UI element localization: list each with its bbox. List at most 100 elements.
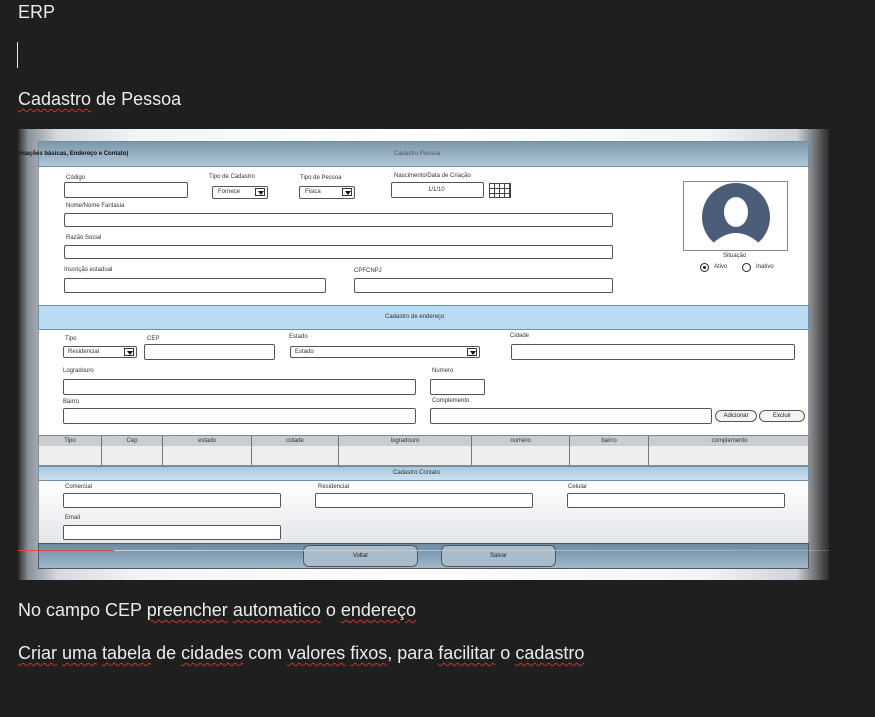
spell-flag-word: Criar xyxy=(18,643,57,663)
comercial-field[interactable] xyxy=(63,493,281,508)
spell-flag-word: cidades xyxy=(181,643,244,663)
spell-flag-word: tabela xyxy=(102,643,152,663)
note2-text: , para xyxy=(387,643,439,663)
note-cities-table: Criar uma tabela de cidades com valores … xyxy=(18,643,584,664)
address-tipo-select[interactable]: Residencial xyxy=(63,346,137,358)
tipo-cadastro-select[interactable]: Fornece xyxy=(212,186,268,199)
spell-flag-word: Cadastro xyxy=(18,89,92,109)
chevron-down-icon xyxy=(255,188,265,196)
mockup-footer xyxy=(38,543,809,569)
spell-flag-word: fixos xyxy=(350,643,388,663)
inativo-radio[interactable] xyxy=(742,263,751,272)
embedded-mockup-image: rmações básicas, Endereço e Contato) Cad… xyxy=(18,129,829,580)
cidade-label: Cidade xyxy=(510,333,530,339)
tipo-pessoa-select[interactable]: Fisica xyxy=(299,186,355,199)
inativo-label: Inativo xyxy=(756,264,774,270)
nome-label: Nome/Nome Fantasia xyxy=(66,203,125,209)
cpf-label: CPFCNPJ xyxy=(354,268,382,274)
razao-label: Razão Social xyxy=(66,235,102,241)
spell-flag-word: cadastro xyxy=(515,643,585,663)
numero-field[interactable] xyxy=(430,379,485,395)
column-header-complemento[interactable]: complemento xyxy=(649,436,810,465)
celular-field[interactable] xyxy=(567,493,785,508)
logradouro-field[interactable] xyxy=(63,379,416,395)
excluir-button[interactable]: Excluir xyxy=(759,410,805,422)
ativo-radio[interactable] xyxy=(700,263,709,272)
chevron-down-icon xyxy=(467,348,477,356)
residencial-label: Residencial xyxy=(318,484,350,490)
person-silhouette-icon xyxy=(702,183,770,250)
ativo-label: Ativo xyxy=(714,264,728,270)
note1-text: No campo CEP xyxy=(18,600,147,620)
inscricao-field[interactable] xyxy=(64,278,326,293)
celular-label: Celular xyxy=(568,484,588,490)
column-header-numero[interactable]: numero xyxy=(472,436,570,465)
codigo-label: Código xyxy=(66,175,86,181)
nascimento-value: 1/1/10 xyxy=(428,187,445,193)
comercial-label: Comercial xyxy=(65,484,93,490)
note2-text: o xyxy=(495,643,516,663)
complemento-label: Complemento xyxy=(432,398,470,404)
tipo-pessoa-value: Fisica xyxy=(305,189,321,195)
nome-field[interactable] xyxy=(64,213,613,227)
bairro-label: Bairro xyxy=(63,399,80,405)
email-label: Email xyxy=(65,515,81,521)
column-header-cidade[interactable]: cidade xyxy=(252,436,339,465)
voltar-button[interactable]: Voltar xyxy=(303,545,418,567)
text-cursor xyxy=(17,42,18,68)
avatar[interactable] xyxy=(683,181,788,251)
codigo-field[interactable] xyxy=(64,182,188,198)
complemento-field[interactable] xyxy=(430,408,712,424)
heading-rest: de Pessoa xyxy=(91,89,182,109)
adicionar-button[interactable]: Adicionar xyxy=(715,410,757,422)
column-header-estado[interactable]: estado xyxy=(163,436,252,465)
estado-label: Estado xyxy=(289,334,308,340)
cep-label: CEP xyxy=(147,336,160,342)
numero-label: Numero xyxy=(432,368,454,374)
tipo-pessoa-label: Tipo de Pessoa xyxy=(300,175,342,181)
chevron-down-icon xyxy=(124,348,134,356)
situacao-label: Situação xyxy=(723,253,747,259)
column-header-logradouro[interactable]: logradouro xyxy=(339,436,472,465)
nascimento-field[interactable]: 1/1/10 xyxy=(391,182,484,198)
address-tipo-label: Tipo xyxy=(65,336,77,342)
spell-flag-word: valores xyxy=(287,643,346,663)
image-crop-mark xyxy=(18,550,114,551)
address-table: Tipo Cep estado cidade logradouro numero… xyxy=(38,435,809,466)
spell-flag-word: endereço xyxy=(340,600,416,620)
cpf-field[interactable] xyxy=(354,278,613,293)
spell-flag-word: facilitar xyxy=(438,643,496,663)
bairro-field[interactable] xyxy=(63,408,416,424)
doc-title: ERP xyxy=(18,2,56,22)
contact-band-title: Cadastro Contato xyxy=(393,470,441,476)
nascimento-label: Nascimento/Data de Criação xyxy=(394,173,471,179)
spell-flag-word: automatico xyxy=(232,600,321,620)
spell-flag-word: uma xyxy=(62,643,98,663)
address-tipo-value: Residencial xyxy=(68,349,100,355)
spell-flag-word: preencher xyxy=(146,600,228,620)
razao-field[interactable] xyxy=(64,245,613,259)
doc-heading: Cadastro de Pessoa xyxy=(18,89,181,110)
note1-text: o xyxy=(320,600,341,620)
inscricao-label: Inscrição estadual xyxy=(64,267,113,273)
estado-value: Estado xyxy=(295,349,314,355)
note-cep-autofill: No campo CEP preencher automatico o ende… xyxy=(18,600,416,621)
tipo-cadastro-value: Fornece xyxy=(218,189,241,195)
mockup-title-center: Cadastro Pessoa xyxy=(394,151,441,157)
residencial-field[interactable] xyxy=(315,493,533,508)
column-header-tipo[interactable]: Tipo xyxy=(39,436,102,465)
column-header-cep[interactable]: Cep xyxy=(102,436,163,465)
cep-field[interactable] xyxy=(144,344,275,360)
column-header-bairro[interactable]: bairro xyxy=(570,436,649,465)
image-crop-line xyxy=(114,550,829,551)
mockup-title-left: rmações básicas, Endereço e Contato) xyxy=(18,151,129,157)
note2-text: de xyxy=(151,643,182,663)
tipo-cadastro-label: Tipo de Cadastro xyxy=(209,174,255,180)
estado-select[interactable]: Estado xyxy=(290,346,480,358)
chevron-down-icon xyxy=(342,188,352,196)
note2-text: com xyxy=(243,643,288,663)
cidade-field[interactable] xyxy=(511,344,795,360)
email-field[interactable] xyxy=(63,525,281,540)
calendar-icon[interactable] xyxy=(489,183,511,198)
salvar-button[interactable]: Salvar xyxy=(441,545,556,567)
